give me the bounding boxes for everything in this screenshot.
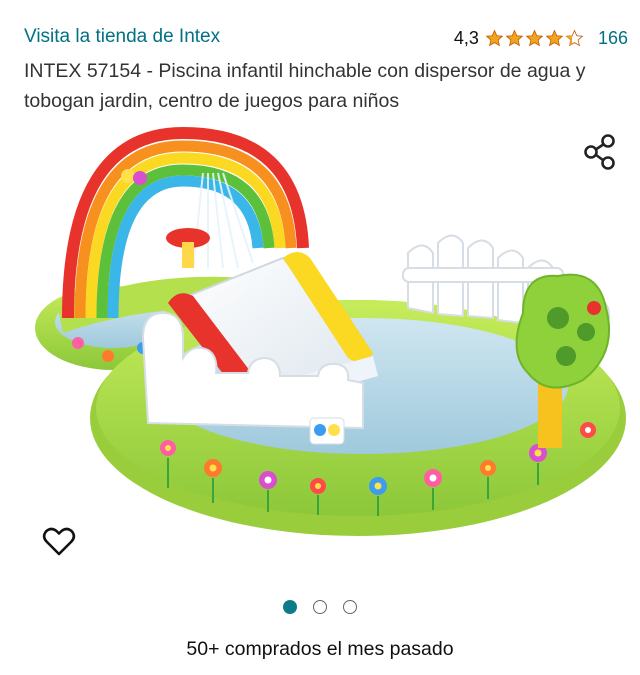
rating-summary[interactable]: 4,3 166 bbox=[454, 28, 628, 49]
product-image[interactable] bbox=[18, 118, 638, 558]
heart-outline-icon bbox=[42, 527, 76, 556]
carousel-dot-3[interactable] bbox=[343, 600, 357, 614]
carousel-dot-1[interactable] bbox=[283, 600, 297, 614]
product-title: INTEX 57154 - Piscina infantil hinchable… bbox=[24, 60, 586, 112]
review-count[interactable]: 166 bbox=[598, 28, 628, 49]
star-full-icon bbox=[505, 29, 524, 48]
star-full-icon bbox=[545, 29, 564, 48]
visit-store-link[interactable]: Visita la tienda de Intex bbox=[24, 26, 220, 48]
carousel-dot-2[interactable] bbox=[313, 600, 327, 614]
star-full-icon bbox=[485, 29, 504, 48]
rating-value: 4,3 bbox=[453, 28, 479, 48]
star-full-icon bbox=[525, 29, 544, 48]
image-carousel-indicator bbox=[0, 600, 640, 614]
star-rating bbox=[485, 29, 584, 48]
star-partial-icon bbox=[565, 29, 584, 48]
wishlist-button[interactable] bbox=[40, 522, 78, 560]
purchase-count-note: 50+ comprados el mes pasado bbox=[186, 638, 454, 660]
